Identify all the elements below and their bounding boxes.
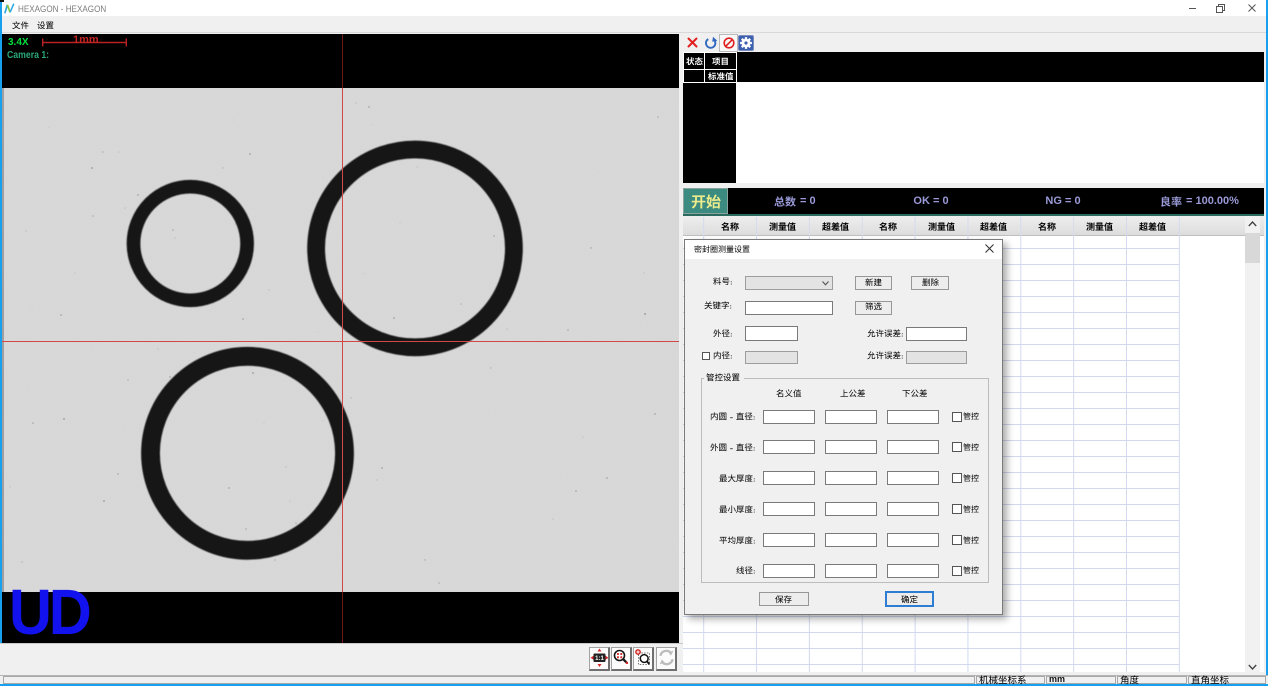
svg-text:1:1: 1:1 bbox=[595, 656, 604, 662]
